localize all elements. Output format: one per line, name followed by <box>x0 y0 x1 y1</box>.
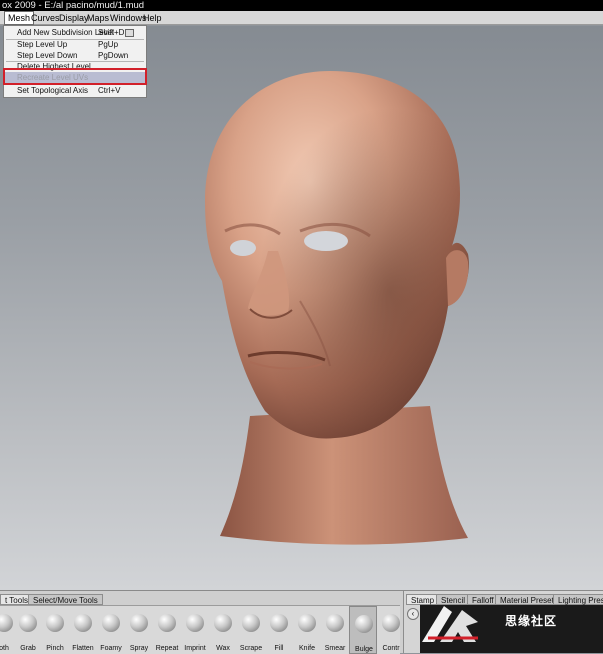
tab-select-move-tools[interactable]: Select/Move Tools <box>28 594 103 605</box>
wax-icon <box>214 614 232 632</box>
grab-icon <box>19 614 37 632</box>
menu-item-label: Set Topological Axis <box>17 86 89 95</box>
tab-lighting-presets[interactable]: Lighting Presets <box>553 594 603 605</box>
tool-pinch[interactable]: Pinch <box>41 606 69 654</box>
tool-knife[interactable]: Knife <box>293 606 321 654</box>
tool-scrape[interactable]: Scrape <box>237 606 265 654</box>
pinch-icon <box>46 614 64 632</box>
tool-imprint[interactable]: Imprint <box>181 606 209 654</box>
menu-item-shortcut: PgDown <box>98 51 129 60</box>
menu-item-step-level-up[interactable]: Step Level Up PgUp <box>4 39 146 50</box>
window-title: ox 2009 - E:/al pacino/mud/1.mud <box>0 0 603 11</box>
imprint-icon <box>186 614 204 632</box>
annotation-highlight-box <box>3 68 147 85</box>
tool-fill[interactable]: Fill <box>265 606 293 654</box>
flatten-icon <box>74 614 92 632</box>
smooth-icon <box>0 614 13 632</box>
bulge-icon <box>355 615 373 633</box>
tool-flatten[interactable]: Flatten <box>69 606 97 654</box>
mesh-dropdown-menu: Add New Subdivision Level Shift+D Step L… <box>3 25 147 98</box>
menu-item-shortcut: Shift+D <box>98 28 125 37</box>
tool-contrast[interactable]: Contr <box>377 606 405 654</box>
smear-icon <box>326 614 344 632</box>
sculpted-head-model <box>205 71 469 545</box>
watermark-text: 思缘社区 <box>505 614 558 628</box>
tool-wax[interactable]: Wax <box>209 606 237 654</box>
3d-viewport[interactable] <box>0 26 603 590</box>
tool-foamy[interactable]: Foamy <box>97 606 125 654</box>
tool-bulge[interactable]: Bulge <box>349 606 377 654</box>
tool-repeat[interactable]: Repeat <box>153 606 181 654</box>
options-box-icon[interactable] <box>125 29 134 37</box>
repeat-icon <box>158 614 176 632</box>
menu-item-shortcut: PgUp <box>98 40 119 49</box>
menu-item-shortcut: Ctrl+V <box>98 86 121 95</box>
menu-bar: Mesh Curves Display Maps Windows Help <box>0 11 603 25</box>
menu-item-set-topological-axis[interactable]: Set Topological Axis Ctrl+V <box>4 85 146 96</box>
menu-item-step-level-down[interactable]: Step Level Down PgDown <box>4 50 146 61</box>
menu-item-label: Step Level Down <box>17 51 78 60</box>
scrape-icon <box>242 614 260 632</box>
spray-icon <box>130 614 148 632</box>
fill-icon <box>270 614 288 632</box>
foamy-icon <box>102 614 120 632</box>
tool-smear[interactable]: Smear <box>321 606 349 654</box>
watermark-logo-icon <box>422 606 478 642</box>
knife-icon <box>298 614 316 632</box>
tool-spray[interactable]: Spray <box>125 606 153 654</box>
menu-item-label: Step Level Up <box>17 40 68 49</box>
menu-help[interactable]: Help <box>140 12 165 24</box>
menu-item-add-subdivision-level[interactable]: Add New Subdivision Level Shift+D <box>4 27 146 38</box>
contrast-icon <box>382 614 400 632</box>
tool-tray: oth Grab Pinch Flatten Foamy Spray Repea… <box>0 605 400 654</box>
